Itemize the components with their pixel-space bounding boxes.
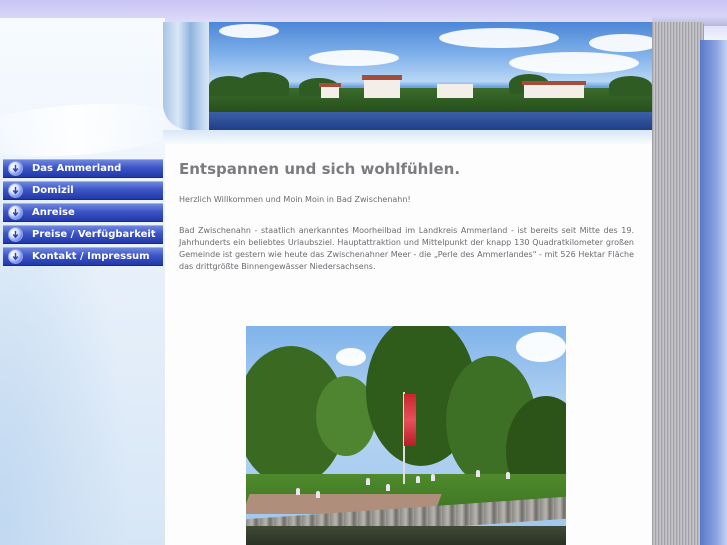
nav-item-preise[interactable]: Preise / Verfügbarkeit [3, 225, 163, 244]
welcome-text: Herzlich Willkommen und Moin Moin in Bad… [179, 195, 411, 204]
page-title: Entspannen und sich wohlfühlen. [179, 160, 461, 178]
nav-item-kontakt[interactable]: Kontakt / Impressum [3, 247, 163, 266]
main-navigation: Das Ammerland Domizil Anreise Preise / V… [3, 159, 163, 269]
arrow-down-circle-icon [8, 249, 23, 264]
arrow-down-circle-icon [8, 227, 23, 242]
book-pages-decoration [652, 22, 704, 545]
header-shadow [163, 130, 653, 144]
nav-item-anreise[interactable]: Anreise [3, 203, 163, 222]
nav-item-label: Das Ammerland [32, 163, 122, 174]
nav-item-domizil[interactable]: Domizil [3, 181, 163, 200]
header-decoration [163, 22, 213, 130]
body-paragraph: Bad Zwischenahn - staatlich anerkanntes … [179, 226, 634, 271]
arrow-down-circle-icon [8, 161, 23, 176]
arrow-down-circle-icon [8, 183, 23, 198]
nav-item-label: Preise / Verfügbarkeit [32, 229, 156, 240]
nav-item-label: Anreise [32, 207, 75, 218]
nav-item-das-ammerland[interactable]: Das Ammerland [3, 159, 163, 178]
nav-item-label: Kontakt / Impressum [32, 251, 150, 262]
header-lake-photo [209, 22, 652, 130]
arrow-down-circle-icon [8, 205, 23, 220]
park-photo [246, 326, 566, 545]
sidebar-background [0, 18, 165, 545]
nav-item-label: Domizil [32, 185, 74, 196]
book-cover-decoration [700, 40, 727, 545]
